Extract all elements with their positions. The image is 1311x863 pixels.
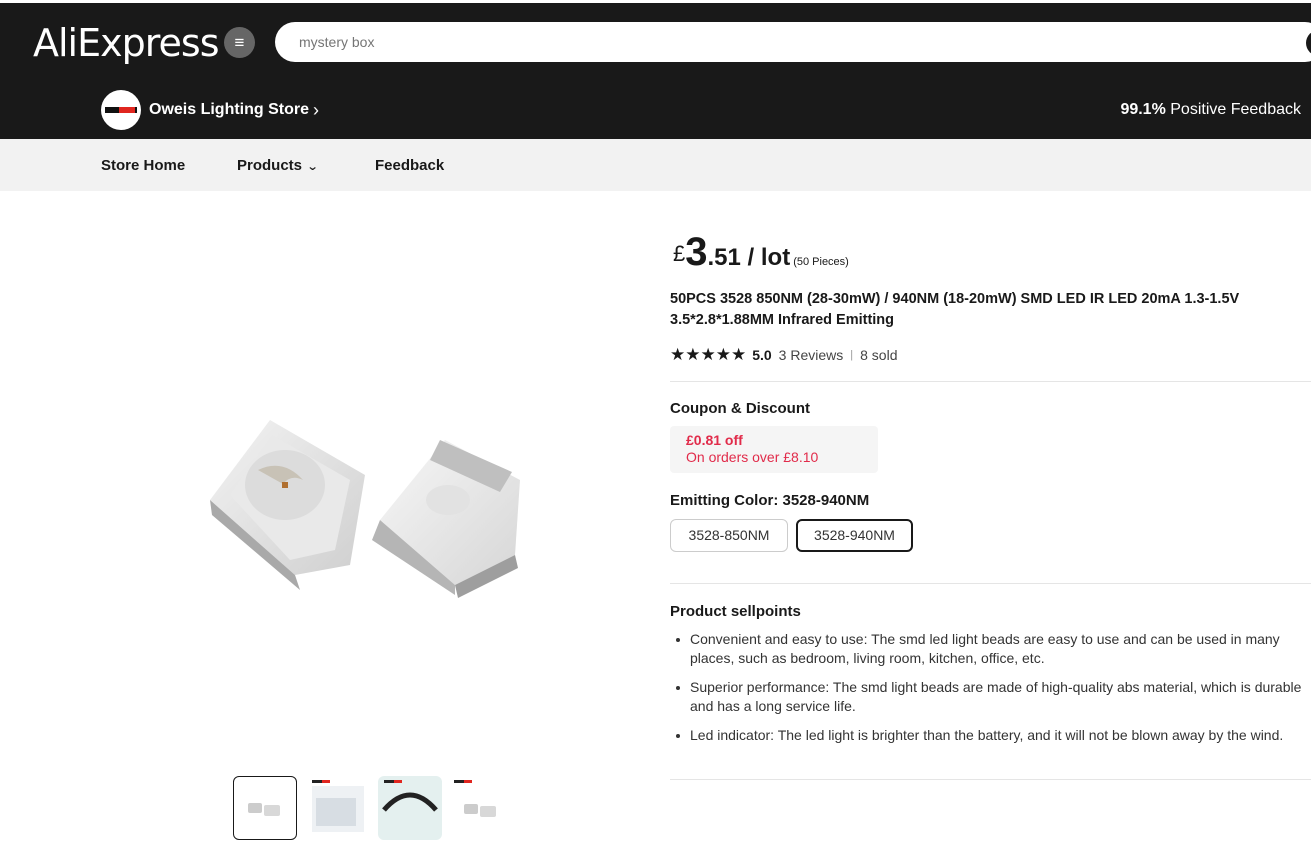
color-option-850nm[interactable]: 3528-850NM [670,519,788,552]
list-item: Led indicator: The led light is brighter… [676,726,1310,745]
top-header: AliExpress ≡ Oweis Lighting Store › 99.1… [0,0,1311,139]
nav-feedback[interactable]: Feedback [375,157,444,174]
thumbnail-4[interactable] [450,776,514,840]
coupon-condition: On orders over £8.10 [686,449,819,465]
coupon-card[interactable]: £0.81 off On orders over £8.10 [670,426,878,473]
price-unit: / lot [740,244,791,271]
reviews-link[interactable]: 3 Reviews [779,347,844,363]
thumbnail-1[interactable] [233,776,297,840]
sellpoints-list: Convenient and easy to use: The smd led … [676,630,1310,755]
product-main-image[interactable] [200,380,570,620]
nav-products-label: Products [237,157,303,174]
sold-count: 8 sold [860,347,898,363]
price-integer: 3 [685,230,708,274]
price-currency: £ [673,241,686,266]
divider [670,779,1311,780]
store-name-link[interactable]: Oweis Lighting Store [149,101,309,119]
color-option-940nm[interactable]: 3528-940NM [796,519,913,552]
search-input[interactable] [275,22,1311,62]
thumbnail-2[interactable] [306,776,370,840]
product-price: £3.51 / lot (50 Pieces) [673,230,849,275]
thumbnail-3[interactable] [378,776,442,840]
emitting-color-label: Emitting Color: 3528-940NM [670,492,870,509]
list-item: Superior performance: The smd light bead… [676,678,1310,716]
coupon-amount: £0.81 off [686,432,743,448]
store-nav: Store Home Products ⌄ Feedback [0,139,1311,191]
aliexpress-logo[interactable]: AliExpress [33,21,219,65]
nav-store-home[interactable]: Store Home [101,157,185,174]
list-item: Convenient and easy to use: The smd led … [676,630,1310,668]
sellpoints-label: Product sellpoints [670,603,801,620]
nav-products[interactable]: Products ⌄ [237,157,319,174]
star-rating-icon: ★★★★★ [670,345,747,364]
chevron-right-icon[interactable]: › [313,100,319,121]
price-decimal: .51 [707,244,741,271]
divider [670,583,1311,584]
price-pieces: (50 Pieces) [793,256,849,268]
store-feedback: 99.1% Positive Feedback [1120,101,1301,119]
store-avatar[interactable] [101,90,141,130]
divider [670,381,1311,382]
product-title: 50PCS 3528 850NM (28-30mW) / 940NM (18-2… [670,291,1240,328]
coupon-label: Coupon & Discount [670,400,810,417]
divider: | [850,349,854,361]
menu-icon[interactable]: ≡ [224,27,255,58]
feedback-value: 99.1% [1120,101,1166,118]
rating-score: 5.0 [752,347,772,363]
chevron-down-icon: ⌄ [306,161,319,173]
feedback-label: Positive Feedback [1165,101,1301,118]
rating-row: ★★★★★ 5.0 3 Reviews | 8 sold [670,345,897,365]
